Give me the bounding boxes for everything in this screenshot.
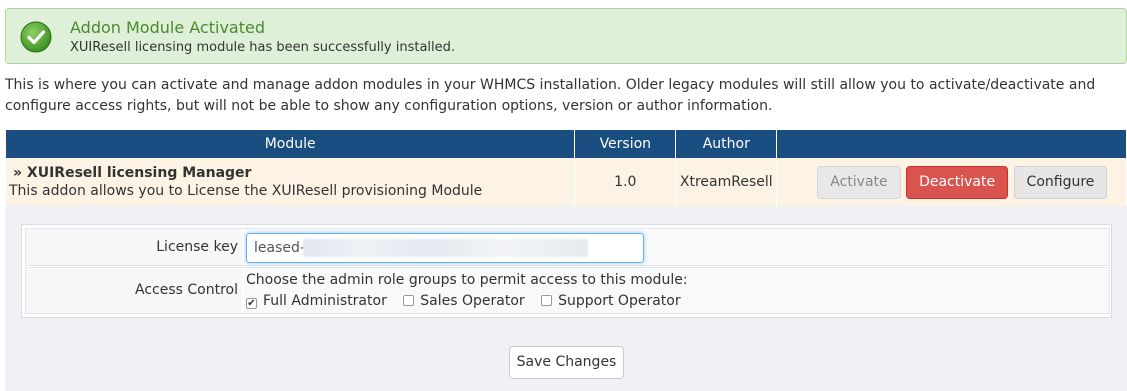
- checkbox-icon[interactable]: [541, 295, 553, 306]
- column-header-module: Module: [6, 130, 575, 158]
- module-version: 1.0: [575, 158, 676, 206]
- role-sales-operator[interactable]: Sales Operator: [403, 293, 525, 309]
- redacted-key: [302, 239, 588, 257]
- license-row: License key leased-: [25, 228, 1110, 266]
- access-prompt: Choose the admin role groups to permit a…: [246, 272, 688, 288]
- module-description: This addon allows you to License the XUI…: [9, 183, 483, 199]
- success-alert: Addon Module Activated XUIResell licensi…: [5, 8, 1127, 64]
- configure-button[interactable]: Configure: [1013, 165, 1108, 199]
- deactivate-button[interactable]: Deactivate: [906, 165, 1009, 199]
- role-support-operator[interactable]: Support Operator: [541, 293, 681, 309]
- alert-message: XUIResell licensing module has been succ…: [70, 40, 456, 55]
- checkbox-checked-icon[interactable]: ✔: [246, 298, 257, 309]
- table-row: » XUIResell licensing Manager This addon…: [6, 158, 1126, 206]
- license-key-value: leased-: [254, 240, 305, 256]
- checkbox-icon[interactable]: [403, 295, 415, 306]
- license-key-input[interactable]: leased-: [246, 233, 644, 263]
- access-control-row: Access Control Choose the admin role gro…: [25, 267, 1110, 314]
- module-name: » XUIResell licensing Manager: [13, 165, 252, 181]
- license-label: License key: [26, 229, 242, 265]
- module-cell: » XUIResell licensing Manager This addon…: [6, 158, 575, 206]
- settings-table: License key leased- Access Control Choos…: [21, 224, 1112, 318]
- alert-title: Addon Module Activated: [70, 18, 265, 37]
- save-changes-button[interactable]: Save Changes: [509, 346, 624, 379]
- intro-text: This is where you can activate and manag…: [5, 77, 1096, 114]
- module-author: XtreamResell: [676, 158, 777, 206]
- access-control-label: Access Control: [26, 268, 242, 313]
- role-full-administrator[interactable]: ✔ Full Administrator: [246, 293, 387, 309]
- column-header-author: Author: [676, 130, 777, 158]
- role-checkboxes: ✔ Full Administrator Sales Operator Suppo…: [246, 293, 693, 309]
- module-config-panel: License key leased- Access Control Choos…: [5, 206, 1127, 391]
- column-header-version: Version: [575, 130, 676, 158]
- column-header-actions: [777, 130, 1126, 158]
- actions-cell: Activate Deactivate Configure: [777, 158, 1126, 206]
- checkmark-circle-icon: [20, 21, 52, 53]
- activate-button[interactable]: Activate: [817, 165, 901, 199]
- modules-table: Module Version Author » XUIResell licens…: [5, 130, 1127, 206]
